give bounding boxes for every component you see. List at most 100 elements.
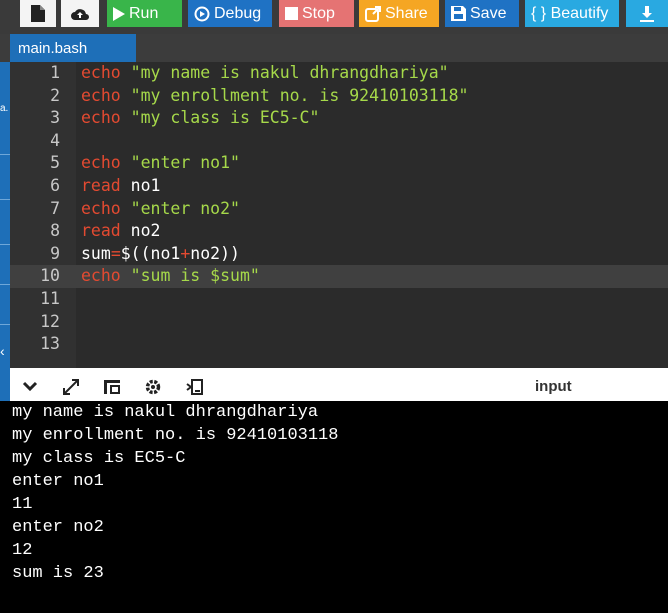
- code-line[interactable]: 9 sum=$((no1+no2)): [10, 243, 668, 266]
- expand-output-button[interactable]: [61, 377, 81, 397]
- keyword: echo: [81, 108, 121, 128]
- expression: no2)): [190, 243, 240, 263]
- operator: =: [110, 243, 121, 263]
- chevron-down-icon: [22, 381, 38, 392]
- divider: [0, 324, 10, 325]
- upload-button[interactable]: [61, 0, 99, 27]
- keyword: echo: [81, 198, 121, 218]
- operator: +: [180, 243, 191, 263]
- download-button[interactable]: [626, 0, 668, 27]
- share-button[interactable]: Share: [359, 0, 439, 27]
- layout-toggle-button[interactable]: [102, 377, 122, 397]
- code-line[interactable]: 6 read no1: [10, 175, 668, 198]
- stop-button[interactable]: Stop: [279, 0, 354, 27]
- run-label: Run: [129, 4, 159, 22]
- line-number: 7: [50, 198, 60, 218]
- layout-icon: [104, 380, 120, 394]
- string: "sum is $sum": [120, 266, 260, 286]
- code-line[interactable]: 7 echo "enter no2": [10, 198, 668, 221]
- line-number: 5: [50, 153, 60, 173]
- play-icon: [113, 6, 125, 21]
- stop-label: Stop: [302, 4, 335, 22]
- code-line[interactable]: 1 echo "my name is nakul dhrangdhariya": [10, 62, 668, 85]
- code-line[interactable]: 2 echo "my enrollment no. is 92410103118…: [10, 85, 668, 108]
- keyword: read: [81, 221, 121, 241]
- console-line: my enrollment no. is 92410103118: [12, 426, 339, 445]
- tab-bar: main.bash: [0, 34, 668, 62]
- collapse-sidebar-icon[interactable]: ‹: [0, 344, 5, 358]
- left-sidebar-strip-lower: [0, 370, 10, 401]
- share-label: Share: [385, 4, 428, 22]
- divider: [0, 154, 10, 155]
- variable: sum: [81, 243, 111, 263]
- code-line[interactable]: 13: [10, 333, 668, 356]
- code-line[interactable]: 11: [10, 288, 668, 311]
- keyword: read: [81, 176, 121, 195]
- line-number: 12: [40, 311, 60, 331]
- expression: $((no1: [120, 243, 181, 263]
- variable: no2: [120, 221, 161, 241]
- collapse-output-button[interactable]: [20, 377, 40, 397]
- console-line: sum is 23: [12, 564, 104, 583]
- line-number: 13: [40, 334, 60, 354]
- line-number: 2: [50, 85, 60, 105]
- code-line[interactable]: 5 echo "enter no1": [10, 152, 668, 175]
- expand-icon: [63, 379, 79, 395]
- console-line: my name is nakul dhrangdhariya: [12, 403, 319, 422]
- share-icon: [365, 5, 381, 22]
- upload-icon: [71, 8, 89, 20]
- toolbar: Run Debug Stop Share Save { } Beautify: [0, 0, 668, 34]
- line-number: 3: [50, 108, 60, 128]
- line-number: 9: [50, 243, 60, 263]
- variable: no1: [120, 176, 161, 195]
- line-number: 1: [50, 63, 60, 82]
- keyword: echo: [81, 63, 121, 82]
- string: "my enrollment no. is 92410103118": [120, 85, 469, 105]
- debug-icon: [194, 6, 210, 21]
- line-number: 4: [50, 130, 60, 150]
- debug-button[interactable]: Debug: [188, 0, 272, 27]
- console-line: enter no1: [12, 472, 104, 491]
- keyword: echo: [81, 153, 121, 173]
- code-line[interactable]: 4: [10, 130, 668, 153]
- console-line: my class is EC5-C: [12, 449, 186, 468]
- save-label: Save: [470, 4, 507, 22]
- code-line[interactable]: 12: [10, 311, 668, 334]
- beautify-button[interactable]: { } Beautify: [525, 0, 619, 27]
- code-line-active[interactable]: 10 echo "sum is $sum": [10, 265, 668, 288]
- download-icon: [640, 5, 654, 22]
- tab-label: main.bash: [18, 39, 88, 57]
- string: "my class is EC5-C": [120, 108, 320, 128]
- divider: [0, 244, 10, 245]
- code-line[interactable]: 8 read no2: [10, 220, 668, 243]
- code-line[interactable]: 3 echo "my class is EC5-C": [10, 107, 668, 130]
- console-line: 11: [12, 495, 33, 514]
- divider: [0, 199, 10, 200]
- keyword: echo: [81, 266, 121, 286]
- input-label[interactable]: input: [535, 378, 572, 395]
- stop-icon: [285, 7, 298, 20]
- console-line: 12: [12, 541, 33, 560]
- console-output[interactable]: my name is nakul dhrangdhariya my enroll…: [0, 401, 668, 613]
- command-line-button[interactable]: [185, 377, 205, 397]
- run-button[interactable]: Run: [107, 0, 182, 27]
- new-file-icon: [31, 5, 45, 22]
- keyword: echo: [81, 85, 121, 105]
- console-line: enter no2: [12, 518, 104, 537]
- line-number: 11: [40, 289, 60, 308]
- code-editor[interactable]: 1 echo "my name is nakul dhrangdhariya" …: [10, 62, 668, 368]
- string: "enter no1": [120, 153, 240, 173]
- new-file-button[interactable]: [20, 0, 56, 27]
- line-number: 6: [50, 176, 60, 195]
- tab-main-bash[interactable]: main.bash: [10, 34, 136, 62]
- output-toolbar: input: [10, 374, 668, 400]
- divider: [0, 284, 10, 285]
- debug-label: Debug: [214, 4, 262, 22]
- save-button[interactable]: Save: [445, 0, 519, 27]
- line-number: 10: [40, 266, 60, 286]
- settings-button[interactable]: [143, 377, 163, 397]
- line-number: 8: [50, 221, 60, 241]
- beautify-label: { } Beautify: [531, 4, 609, 22]
- string: "my name is nakul dhrangdhariya": [120, 63, 449, 82]
- gear-icon: [145, 379, 161, 395]
